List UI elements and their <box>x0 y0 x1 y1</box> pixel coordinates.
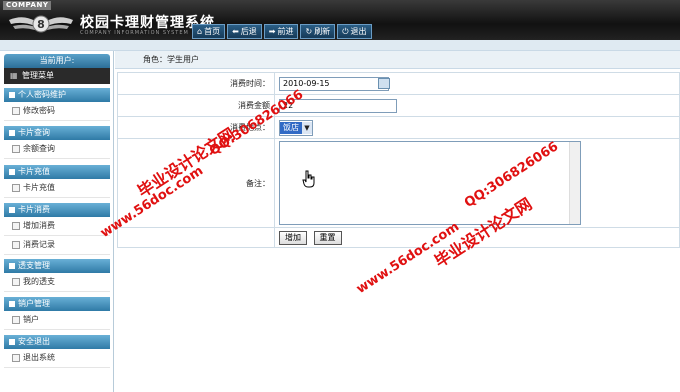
group-card-recharge: 卡片充值 卡片充值 <box>4 165 110 198</box>
group-close-account: 销户管理 销户 <box>4 297 110 330</box>
item-label: 退出系统 <box>23 353 55 362</box>
home-icon: ⌂ <box>197 27 203 36</box>
form-row: 消费金额 <box>117 94 680 117</box>
folder-icon <box>9 169 15 175</box>
page-icon <box>12 354 20 362</box>
calendar-icon[interactable] <box>377 78 390 89</box>
consume-place-select[interactable]: 饭店 ▼ <box>279 119 313 136</box>
item-label: 卡片充值 <box>23 183 55 192</box>
group-title: 卡片查询 <box>18 128 50 137</box>
power-icon: ⏻ <box>342 26 349 36</box>
folder-icon <box>9 263 15 269</box>
logout-button[interactable]: ⏻ 退出 <box>337 24 372 39</box>
page-icon <box>12 145 20 153</box>
group-header[interactable]: 个人密码维护 <box>4 88 110 102</box>
winged-logo-icon: 8 <box>9 15 73 33</box>
amount-label: 消费金额 <box>117 94 275 117</box>
back-label: 后退 <box>240 27 257 36</box>
sidebar-item-exit-system[interactable]: 退出系统 <box>4 349 110 368</box>
group-overdraft: 透支管理 我的透支 <box>4 259 110 292</box>
group-title: 卡片充值 <box>18 167 50 176</box>
folder-icon <box>9 92 15 98</box>
refresh-label: 刷新 <box>314 27 331 36</box>
empty-label <box>117 227 275 248</box>
header-divider <box>0 40 680 51</box>
page-icon <box>12 184 20 192</box>
hand-cursor-icon <box>302 170 315 188</box>
back-button[interactable]: ⬅ 后退 <box>227 24 262 39</box>
place-selected-value: 饭店 <box>280 121 302 134</box>
reset-button[interactable]: 重置 <box>313 230 342 245</box>
arrow-left-icon: ⬅ <box>232 27 239 36</box>
group-card-consume: 卡片消费 增加消费 消费记录 <box>4 203 110 255</box>
refresh-icon: ↻ <box>305 27 313 36</box>
note-cell <box>274 138 680 228</box>
group-header[interactable]: 销户管理 <box>4 297 110 311</box>
home-button[interactable]: ⌂ 首页 <box>192 24 226 39</box>
item-label: 消费记录 <box>23 240 55 249</box>
page-icon <box>12 222 20 230</box>
sidebar-item-consume-records[interactable]: 消费记录 <box>4 236 110 255</box>
form-row: 消费时间： <box>117 72 680 95</box>
sidebar-item-balance[interactable]: 余额查询 <box>4 140 110 159</box>
time-cell <box>274 72 680 95</box>
sidebar: 当前用户: ▦ 管理菜单 个人密码维护 修改密码 卡片查询 余额查询 卡片充值 卡… <box>0 51 114 392</box>
group-header[interactable]: 卡片查询 <box>4 126 110 140</box>
sidebar-item-my-overdraft[interactable]: 我的透支 <box>4 273 110 292</box>
svg-text:8: 8 <box>37 18 45 31</box>
logout-label: 退出 <box>350 27 367 36</box>
role-bar: 角色：学生用户 <box>115 51 680 69</box>
item-label: 修改密码 <box>23 106 55 115</box>
group-title: 个人密码维护 <box>18 90 66 99</box>
page-icon <box>12 107 20 115</box>
group-password: 个人密码维护 修改密码 <box>4 88 110 121</box>
home-label: 首页 <box>204 27 221 36</box>
app-subtitle: COMPANY INFORMATION SYSTEM <box>80 30 189 36</box>
group-header[interactable]: 卡片充值 <box>4 165 110 179</box>
sidebar-item-change-password[interactable]: 修改密码 <box>4 102 110 121</box>
item-label: 销户 <box>23 315 39 324</box>
sidebar-item-recharge[interactable]: 卡片充值 <box>4 179 110 198</box>
grid-icon: ▦ <box>10 71 18 80</box>
page-icon <box>12 241 20 249</box>
textarea-scrollbar[interactable] <box>569 142 580 224</box>
menu-label: 管理菜单 <box>22 71 54 80</box>
group-title: 透支管理 <box>18 261 50 270</box>
current-user-label: 当前用户: <box>4 54 110 68</box>
add-button[interactable]: 增加 <box>279 230 307 245</box>
folder-icon <box>9 301 15 307</box>
group-card-query: 卡片查询 余额查询 <box>4 126 110 159</box>
group-header[interactable]: 透支管理 <box>4 259 110 273</box>
group-title: 卡片消费 <box>18 205 50 214</box>
page-icon <box>12 316 20 324</box>
group-header[interactable]: 卡片消费 <box>4 203 110 217</box>
arrow-right-icon: ➡ <box>268 27 276 36</box>
folder-icon <box>9 339 15 345</box>
forward-label: 前进 <box>277 27 294 36</box>
group-title: 销户管理 <box>18 299 50 308</box>
item-label: 我的透支 <box>23 277 55 286</box>
group-title: 安全退出 <box>18 337 50 346</box>
refresh-button[interactable]: ↻ 刷新 <box>300 24 336 39</box>
form-row: 增加 重置 <box>117 227 680 248</box>
folder-icon <box>9 130 15 136</box>
menu-header: ▦ 管理菜单 <box>4 68 110 84</box>
item-label: 余额查询 <box>23 144 55 153</box>
item-label: 增加消费 <box>23 221 55 230</box>
time-label: 消费时间： <box>117 72 275 95</box>
app-header: COMPANY 8 校园卡理财管理系统 COMPANY INFORMATION … <box>0 0 680 40</box>
nav-toolbar: ⌂ 首页 ⬅ 后退 ➡ 前进 ↻ 刷新 ⏻ 退出 <box>192 24 372 39</box>
forward-button[interactable]: ➡ 前进 <box>263 24 299 39</box>
sidebar-item-close-account[interactable]: 销户 <box>4 311 110 330</box>
company-label: COMPANY <box>3 1 52 10</box>
page-icon <box>12 278 20 286</box>
folder-icon <box>9 207 15 213</box>
group-header[interactable]: 安全退出 <box>4 335 110 349</box>
sidebar-item-add-consume[interactable]: 增加消费 <box>4 217 110 236</box>
group-safe-exit: 安全退出 退出系统 <box>4 335 110 368</box>
amount-cell <box>274 94 680 117</box>
place-cell: 饭店 ▼ <box>274 116 680 139</box>
chevron-down-icon: ▼ <box>302 121 312 134</box>
